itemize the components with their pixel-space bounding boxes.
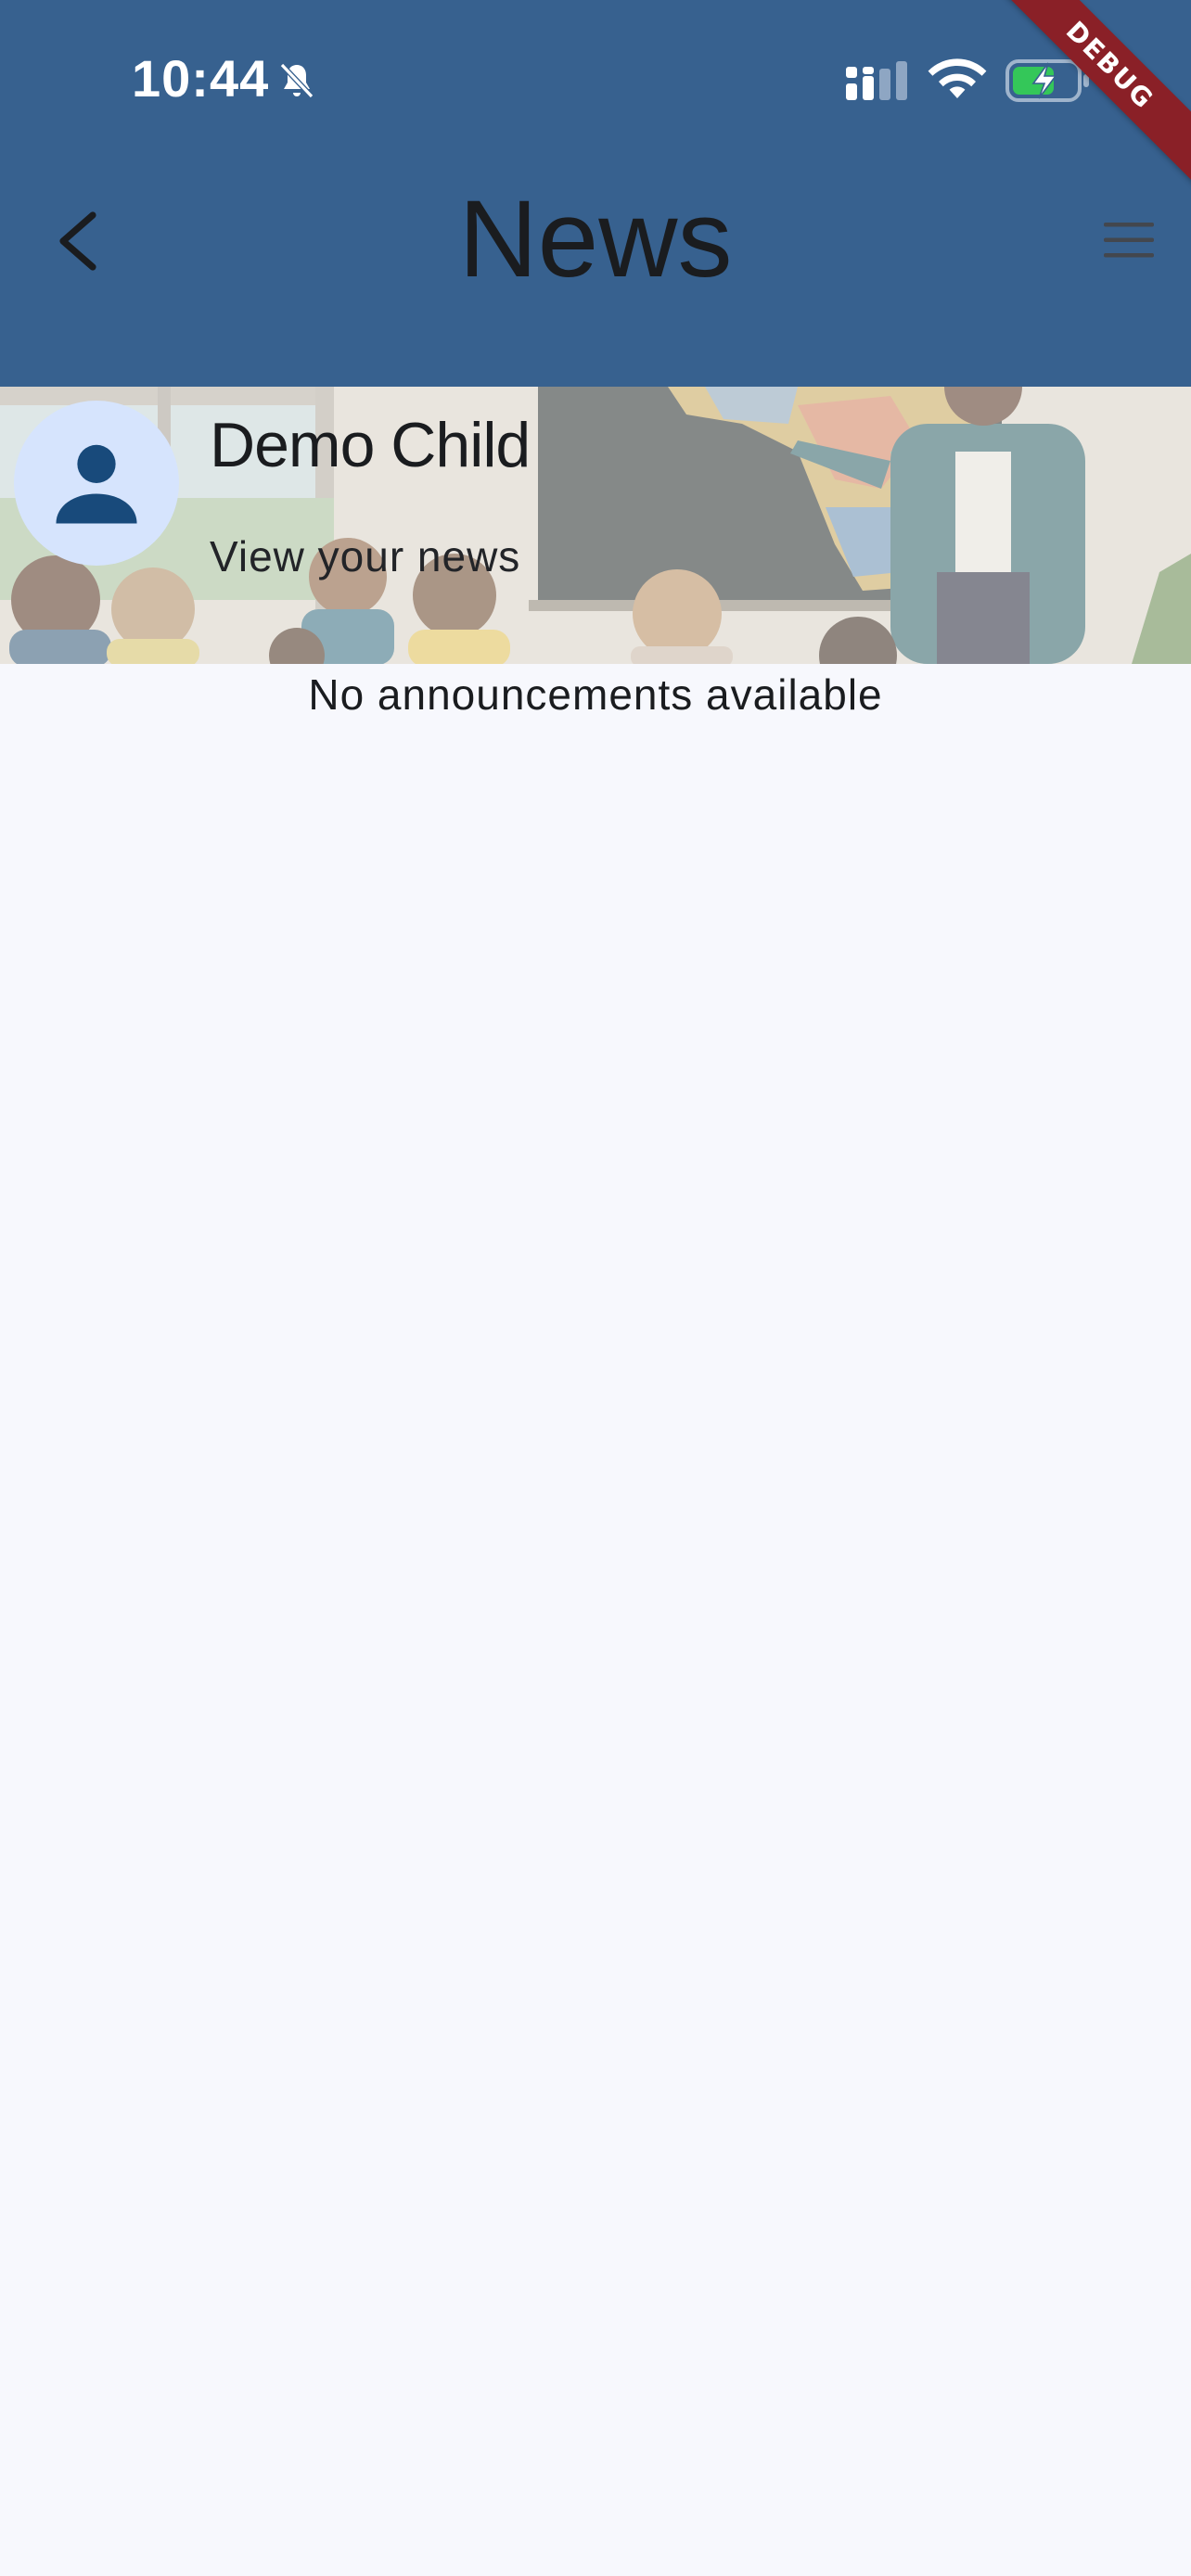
app-bar: 10:44 DEBUG News — [0, 0, 1191, 387]
hamburger-menu-icon[interactable] — [1100, 217, 1158, 263]
child-name: Demo Child — [210, 410, 531, 480]
page-title: News — [458, 178, 733, 300]
background-overlay — [0, 387, 1191, 664]
bell-muted-icon — [279, 62, 314, 99]
wifi-icon — [928, 58, 987, 98]
avatar — [14, 401, 179, 566]
cellular-signal-icon — [846, 61, 907, 100]
person-icon — [56, 444, 137, 524]
empty-state-message: No announcements available — [308, 670, 883, 719]
status-time: 10:44 — [132, 49, 270, 108]
child-header-card: Demo Child View your news — [0, 387, 1191, 664]
news-screen: 10:44 DEBUG News Demo Child View your ne… — [0, 0, 1191, 2576]
child-subtitle: View your news — [210, 532, 521, 580]
